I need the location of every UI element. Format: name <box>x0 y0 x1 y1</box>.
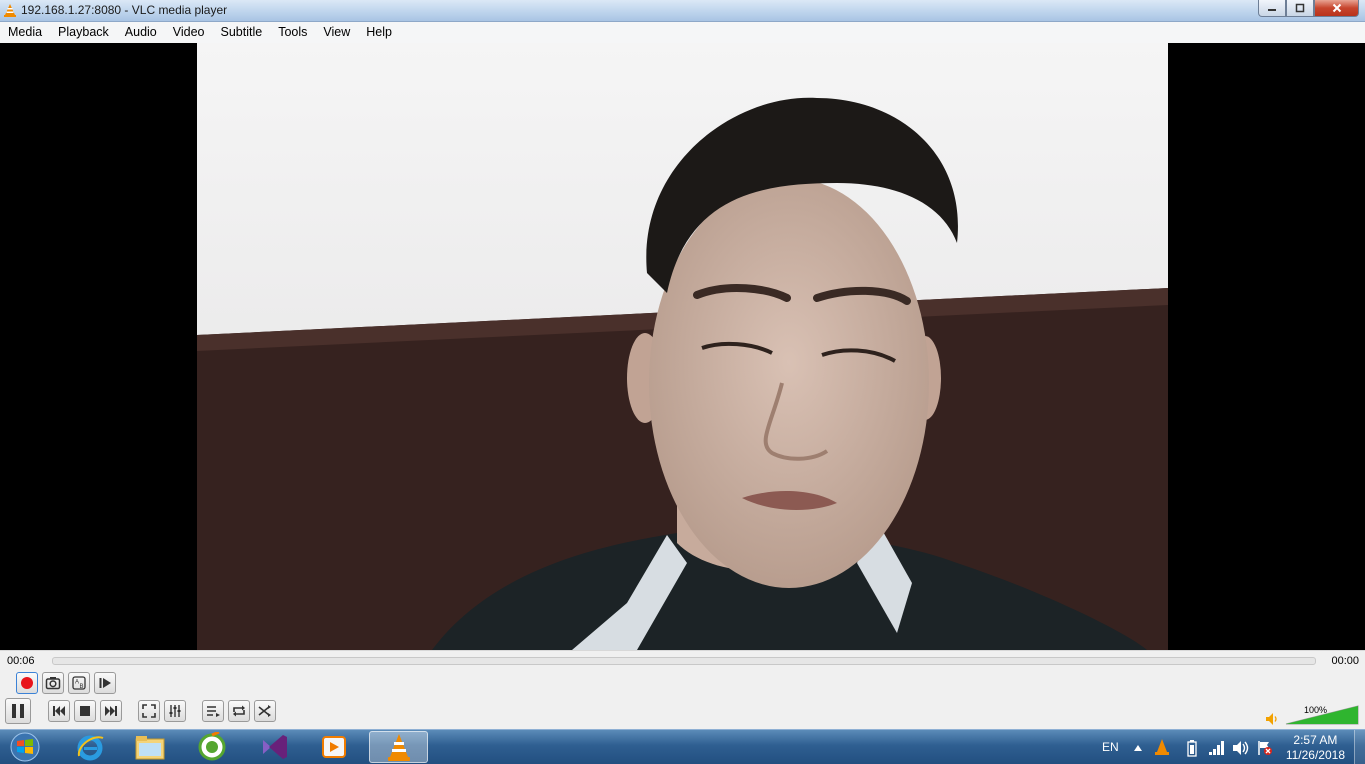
snapshot-button[interactable] <box>42 672 64 694</box>
pause-button[interactable] <box>5 698 31 724</box>
windows-start-icon <box>10 732 40 762</box>
language-indicator[interactable]: EN <box>1102 740 1119 754</box>
stop-icon <box>80 706 90 716</box>
show-hidden-icons-icon[interactable] <box>1133 744 1143 752</box>
volume-icon[interactable] <box>1232 740 1250 756</box>
svg-text:B: B <box>80 684 84 690</box>
taskbar: EN 2:57 AM 11/26/2018 <box>0 729 1365 764</box>
total-time: 00:00 <box>1331 655 1359 667</box>
stop-button[interactable] <box>74 700 96 722</box>
pause-icon <box>12 704 24 718</box>
window-title: 192.168.1.27:8080 - VLC media player <box>21 3 228 17</box>
network-signal-icon[interactable] <box>1208 740 1226 756</box>
maximize-icon <box>1295 3 1305 13</box>
file-explorer-icon <box>135 736 165 760</box>
start-button[interactable] <box>2 731 48 763</box>
record-icon <box>21 677 33 689</box>
next-button[interactable] <box>100 700 122 722</box>
close-button[interactable] <box>1314 0 1359 17</box>
speaker-icon[interactable] <box>1265 712 1279 726</box>
battery-icon[interactable] <box>1186 739 1198 757</box>
record-button[interactable] <box>16 672 38 694</box>
action-center-flag-icon[interactable] <box>1257 740 1273 756</box>
minimize-icon <box>1268 9 1276 11</box>
menu-media[interactable]: Media <box>0 22 50 43</box>
clock[interactable]: 2:57 AM 11/26/2018 <box>1286 733 1345 763</box>
svg-text:A: A <box>75 680 79 686</box>
playlist-button[interactable] <box>202 700 224 722</box>
clock-date: 11/26/2018 <box>1285 748 1345 762</box>
media-player-icon <box>322 736 346 758</box>
playback-controls: 00:06 00:00 AB 100% <box>0 650 1365 730</box>
video-frame <box>197 43 1168 650</box>
loop-icon <box>233 705 245 717</box>
internet-explorer-icon <box>77 735 104 761</box>
show-desktop-button[interactable] <box>1354 730 1365 764</box>
menu-view[interactable]: View <box>315 22 358 43</box>
menu-bar: Media Playback Audio Video Subtitle Tool… <box>0 22 1365 43</box>
visual-studio-icon <box>263 735 287 759</box>
loop-button[interactable] <box>228 700 250 722</box>
fullscreen-icon <box>142 704 156 718</box>
menu-tools[interactable]: Tools <box>270 22 315 43</box>
menu-audio[interactable]: Audio <box>117 22 165 43</box>
volume-slider[interactable] <box>1284 704 1360 726</box>
menu-video[interactable]: Video <box>165 22 213 43</box>
maximize-button[interactable] <box>1286 0 1314 17</box>
loop-ab-button[interactable]: AB <box>68 672 90 694</box>
menu-help[interactable]: Help <box>358 22 400 43</box>
vlc-tray-icon[interactable] <box>1154 738 1170 756</box>
next-icon <box>105 706 117 716</box>
seek-bar[interactable] <box>52 657 1316 665</box>
previous-icon <box>53 706 65 716</box>
webcam-person-image <box>197 43 1168 650</box>
loop-ab-icon: AB <box>72 676 86 690</box>
menu-playback[interactable]: Playback <box>50 22 117 43</box>
menu-subtitle[interactable]: Subtitle <box>213 22 271 43</box>
previous-button[interactable] <box>48 700 70 722</box>
shuffle-icon <box>258 705 271 717</box>
taskbar-vlc[interactable] <box>369 731 428 763</box>
close-icon <box>1332 3 1341 13</box>
playlist-icon <box>207 706 220 717</box>
minimize-button[interactable] <box>1258 0 1286 17</box>
extended-settings-icon <box>169 705 181 717</box>
frame-by-frame-icon <box>99 678 111 688</box>
title-bar[interactable]: 192.168.1.27:8080 - VLC media player <box>0 0 1365 22</box>
taskbar-coccoc[interactable] <box>184 731 240 763</box>
video-area[interactable] <box>0 43 1365 650</box>
taskbar-visual-studio[interactable] <box>246 731 302 763</box>
frame-by-frame-button[interactable] <box>94 672 116 694</box>
vlc-app-icon <box>4 4 16 17</box>
taskbar-file-explorer[interactable] <box>122 731 178 763</box>
taskbar-media-player[interactable] <box>306 731 362 763</box>
coccoc-browser-icon <box>198 732 226 761</box>
extended-settings-button[interactable] <box>164 700 186 722</box>
taskbar-internet-explorer[interactable] <box>62 731 118 763</box>
snapshot-icon <box>45 677 61 690</box>
elapsed-time: 00:06 <box>7 655 35 667</box>
vlc-icon <box>387 734 410 761</box>
fullscreen-button[interactable] <box>138 700 160 722</box>
clock-time: 2:57 AM <box>1293 733 1338 747</box>
shuffle-button[interactable] <box>254 700 276 722</box>
